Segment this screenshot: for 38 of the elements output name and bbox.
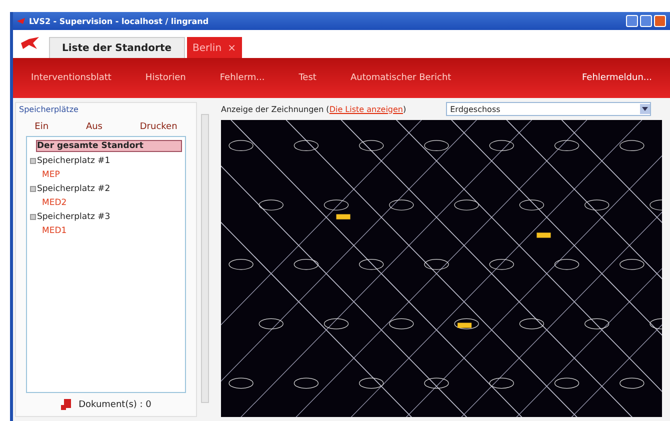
menu-item[interactable]: Historien (145, 73, 186, 83)
minimize-button[interactable] (626, 15, 638, 27)
tree-item[interactable]: MED1 (42, 226, 182, 236)
tree-item[interactable]: Der gesamte Standort (36, 140, 182, 152)
maximize-button[interactable] (640, 15, 652, 27)
menu-item[interactable]: Fehlerm... (220, 73, 265, 83)
tree-item[interactable]: Speicherplatz #3 (30, 212, 182, 222)
panel-title: Speicherplätze (18, 104, 80, 116)
tree-item[interactable]: Speicherplatz #1 (30, 156, 182, 166)
close-button[interactable] (654, 15, 666, 27)
marker-icon[interactable] (458, 322, 472, 328)
tree-item[interactable]: MED2 (42, 198, 182, 208)
drawing-label: Anzeige der Zeichnungen (Die Liste anzeigen) (221, 104, 406, 114)
caret-icon (642, 107, 648, 111)
tab[interactable]: Berlin × (186, 37, 242, 58)
menu-item[interactable]: Fehlermeldun... (582, 73, 652, 83)
window-title: LVS2 - Supervision - localhost / lingrand (29, 16, 209, 26)
expander-icon[interactable] (30, 158, 36, 164)
floor-dropdown[interactable]: Erdgeschoss (446, 102, 652, 116)
menu-item[interactable]: Interventionsblatt (31, 73, 112, 83)
expander-icon[interactable] (30, 214, 36, 220)
tab[interactable]: Liste der Standorte (49, 37, 185, 58)
marker-icon[interactable] (536, 232, 551, 238)
marker-icon[interactable] (336, 214, 350, 220)
toolbar-button[interactable]: Drucken (138, 122, 180, 132)
toolbar-button[interactable]: Ein (32, 122, 51, 132)
close-icon[interactable]: × (228, 42, 236, 54)
toolbar-button[interactable]: Aus (84, 122, 104, 132)
expander-icon[interactable] (30, 186, 36, 192)
scrollbar[interactable] (201, 114, 209, 403)
app-icon (17, 18, 25, 24)
document-count: Dokument(s) : 0 (78, 400, 152, 410)
document-icon (60, 399, 71, 410)
menu-item[interactable]: Automatischer Bericht (350, 73, 452, 83)
show-list-link[interactable]: Die Liste anzeigen (329, 104, 403, 114)
tree-item[interactable]: MEP (42, 170, 182, 180)
menu-item[interactable]: Test (298, 73, 316, 83)
tree-item[interactable]: Speicherplatz #2 (30, 184, 182, 194)
